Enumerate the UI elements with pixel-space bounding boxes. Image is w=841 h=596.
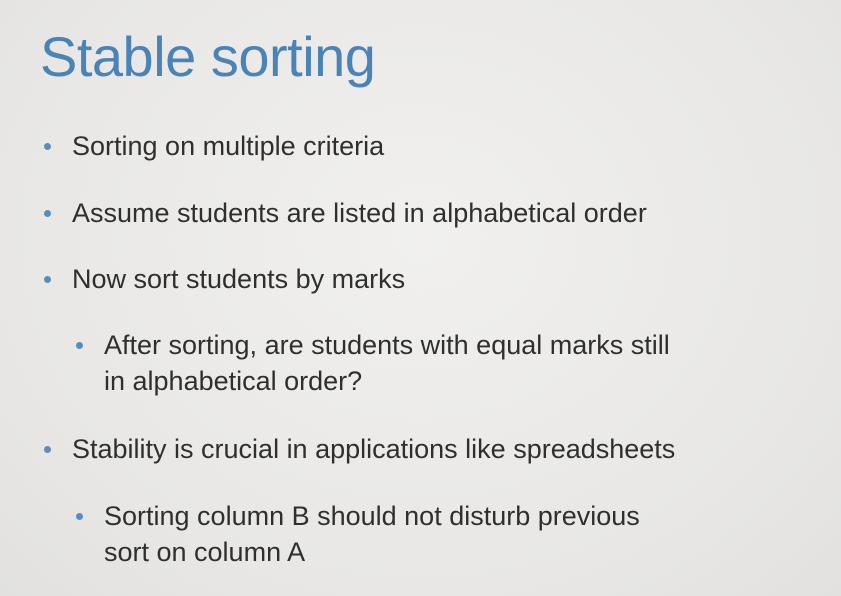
bullet-dot-icon [76, 513, 83, 520]
bullet-dot-icon [76, 342, 83, 349]
bullet-text-line: in alphabetical order? [104, 366, 363, 396]
bullet-text: Assume students are listed in alphabetic… [72, 198, 647, 228]
bullet-text: Now sort students by marks [72, 264, 406, 294]
bullet-text-line: sort on column A [104, 537, 306, 567]
bullet-dot-icon [44, 446, 51, 453]
bullet-dot-icon [44, 143, 51, 150]
bullet-item: Assume students are listed in alphabetic… [44, 195, 647, 231]
bullet-dot-icon [44, 276, 51, 283]
slide-title: Stable sorting [40, 25, 376, 88]
bullet-text: Stability is crucial in applications lik… [72, 434, 676, 464]
bullet-item: Now sort students by marks [44, 261, 406, 297]
sub-bullet-item: Sorting column B should not disturb prev… [76, 498, 640, 570]
bullet-item: Stability is crucial in applications lik… [44, 431, 676, 467]
sub-bullet-item: After sorting, are students with equal m… [76, 327, 670, 399]
bullet-text-line: Sorting column B should not disturb prev… [104, 501, 640, 531]
slide: Stable sorting Sorting on multiple crite… [0, 0, 841, 596]
bullet-text-line: After sorting, are students with equal m… [104, 330, 670, 360]
bullet-text: Sorting on multiple criteria [72, 131, 385, 161]
bullet-dot-icon [44, 210, 51, 217]
bullet-item: Sorting on multiple criteria [44, 128, 385, 164]
